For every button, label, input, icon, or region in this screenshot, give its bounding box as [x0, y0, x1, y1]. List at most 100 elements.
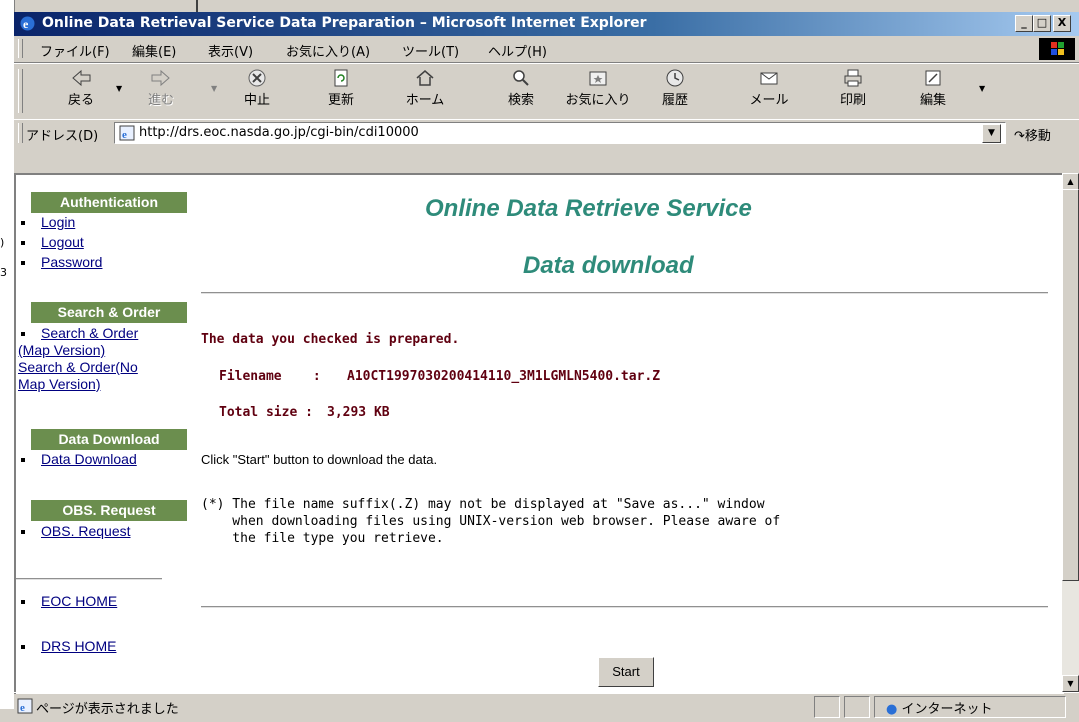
menu-file[interactable]: ファイル(F)	[40, 41, 110, 60]
refresh-button[interactable]: 更新	[310, 68, 372, 114]
favorites-label: お気に入り	[565, 93, 631, 108]
menu-favorites[interactable]: お気に入り(A)	[286, 41, 370, 60]
windows-logo-icon	[1039, 38, 1075, 60]
back-button[interactable]: 戻る	[50, 68, 112, 114]
menu-edit[interactable]: 編集(E)	[132, 41, 176, 60]
status-panel	[844, 696, 870, 718]
total-size-label: Total size :	[219, 405, 313, 420]
address-input[interactable]: e http://drs.eoc.nasda.go.jp/cgi-bin/cdi…	[114, 122, 1006, 144]
home-label: ホーム	[405, 93, 445, 108]
bullet	[21, 600, 25, 604]
bullet	[21, 458, 25, 462]
note-line-2: when downloading files using UNIX-versio…	[201, 514, 781, 529]
edit-icon	[925, 70, 941, 86]
sidebar-heading-data-download: Data Download	[31, 429, 187, 450]
desktop-mark: )	[0, 236, 5, 249]
toolbar-grip[interactable]	[18, 39, 23, 58]
edit-button[interactable]: 編集	[902, 68, 964, 114]
vertical-scrollbar[interactable]: ▲ ▼	[1062, 173, 1079, 692]
password-link[interactable]: Password	[41, 254, 102, 270]
go-button[interactable]: ↷移動	[1014, 125, 1051, 144]
search-order-map-link[interactable]: Search & Order	[41, 325, 138, 341]
logout-link[interactable]: Logout	[41, 234, 84, 250]
scroll-thumb[interactable]	[1062, 189, 1079, 581]
filename-value: A10CT1997030200414110_3M1LGMLN5400.tar.Z	[347, 369, 661, 384]
page-title: Online Data Retrieve Service	[425, 195, 752, 222]
sidebar-heading-authentication: Authentication	[31, 192, 187, 213]
refresh-icon	[334, 69, 348, 87]
bullet	[21, 645, 25, 649]
edit-dropdown-icon[interactable]: ▼	[979, 84, 985, 93]
sidebar-heading-obs-request: OBS. Request	[31, 500, 187, 521]
back-dropdown-icon[interactable]: ▼	[116, 84, 122, 93]
status-bar: e ページが表示されました ● インターネット	[14, 692, 1079, 722]
stop-icon	[248, 69, 266, 87]
print-label: 印刷	[839, 93, 866, 108]
scroll-down-button[interactable]: ▼	[1062, 675, 1079, 692]
menu-tools[interactable]: ツール(T)	[402, 41, 459, 60]
toolbar-grip[interactable]	[18, 123, 23, 143]
menu-bar: ファイル(F) 編集(E) 表示(V) お気に入り(A) ツール(T) ヘルプ(…	[14, 36, 1079, 63]
forward-button[interactable]: 進む	[130, 68, 192, 114]
mail-icon	[760, 72, 778, 85]
svg-text:e: e	[23, 17, 29, 31]
prepared-message: The data you checked is prepared.	[201, 332, 460, 347]
search-order-nomap-link-line2[interactable]: Map Version)	[18, 376, 100, 392]
svg-text:e: e	[20, 702, 25, 714]
stop-button[interactable]: 中止	[226, 68, 288, 114]
login-link[interactable]: Login	[41, 214, 75, 230]
forward-label: 進む	[147, 93, 174, 108]
filename-label: Filename :	[219, 369, 321, 384]
browser-window: e Online Data Retrieval Service Data Pre…	[14, 12, 1079, 718]
history-button[interactable]: 履歴	[644, 68, 706, 114]
search-order-nomap-link[interactable]: Search & Order(No	[18, 359, 138, 375]
print-button[interactable]: 印刷	[822, 68, 884, 114]
forward-dropdown-icon[interactable]: ▼	[211, 84, 217, 93]
menu-help[interactable]: ヘルプ(H)	[488, 41, 547, 60]
mail-button[interactable]: メール	[738, 68, 800, 114]
maximize-button[interactable]: □	[1033, 15, 1051, 32]
refresh-label: 更新	[327, 93, 354, 108]
go-arrow-icon: ↷	[1014, 129, 1025, 144]
search-label: 検索	[507, 93, 534, 108]
home-button[interactable]: ホーム	[394, 68, 456, 114]
page-subtitle: Data download	[523, 252, 694, 279]
window-title: Online Data Retrieval Service Data Prepa…	[42, 15, 647, 31]
search-button[interactable]: 検索	[490, 68, 552, 114]
instruction-text: Click "Start" button to download the dat…	[201, 452, 438, 467]
address-label: アドレス(D)	[26, 129, 99, 144]
scroll-up-button[interactable]: ▲	[1062, 173, 1079, 190]
ie-logo-icon: e	[20, 16, 35, 31]
standard-toolbar: 戻る ▼ 進む ▼ 中止 更新 ホーム 検索 お気に入り 履歴 メール 印刷 編…	[14, 63, 1079, 120]
favorites-button[interactable]: お気に入り	[559, 68, 637, 114]
minimize-button[interactable]: _	[1015, 15, 1033, 32]
menu-view[interactable]: 表示(V)	[208, 41, 253, 60]
address-dropdown-button[interactable]: ▼	[982, 124, 1001, 143]
mail-label: メール	[749, 93, 789, 108]
bullet	[21, 221, 25, 225]
page-content: Authentication Login Logout Password Sea…	[14, 173, 1064, 694]
history-icon	[666, 69, 684, 87]
favorites-icon	[589, 71, 607, 86]
data-download-link[interactable]: Data Download	[41, 451, 137, 467]
close-button[interactable]: X	[1053, 15, 1071, 32]
bullet	[21, 332, 25, 336]
zone-label: インターネット	[901, 702, 993, 717]
sidebar-heading-search-order: Search & Order	[31, 302, 187, 323]
note-line-1: (*) The file name suffix(.Z) may not be …	[201, 497, 765, 512]
home-icon	[416, 70, 434, 86]
horizontal-rule	[201, 292, 1048, 294]
note-line-3: the file type you retrieve.	[201, 531, 444, 546]
search-icon	[513, 70, 529, 86]
eoc-home-link[interactable]: EOC HOME	[41, 593, 117, 609]
obs-request-link[interactable]: OBS. Request	[41, 523, 131, 539]
drs-home-link[interactable]: DRS HOME	[41, 638, 116, 654]
start-button[interactable]: Start	[598, 657, 654, 687]
toolbar-grip[interactable]	[18, 69, 23, 113]
search-order-map-link-line2[interactable]: (Map Version)	[18, 342, 105, 358]
total-size-value: 3,293 KB	[327, 405, 390, 420]
go-label: 移動	[1024, 129, 1051, 144]
sidebar-divider	[16, 578, 162, 580]
title-bar[interactable]: e Online Data Retrieval Service Data Pre…	[14, 12, 1079, 36]
page-icon: e	[119, 125, 135, 141]
